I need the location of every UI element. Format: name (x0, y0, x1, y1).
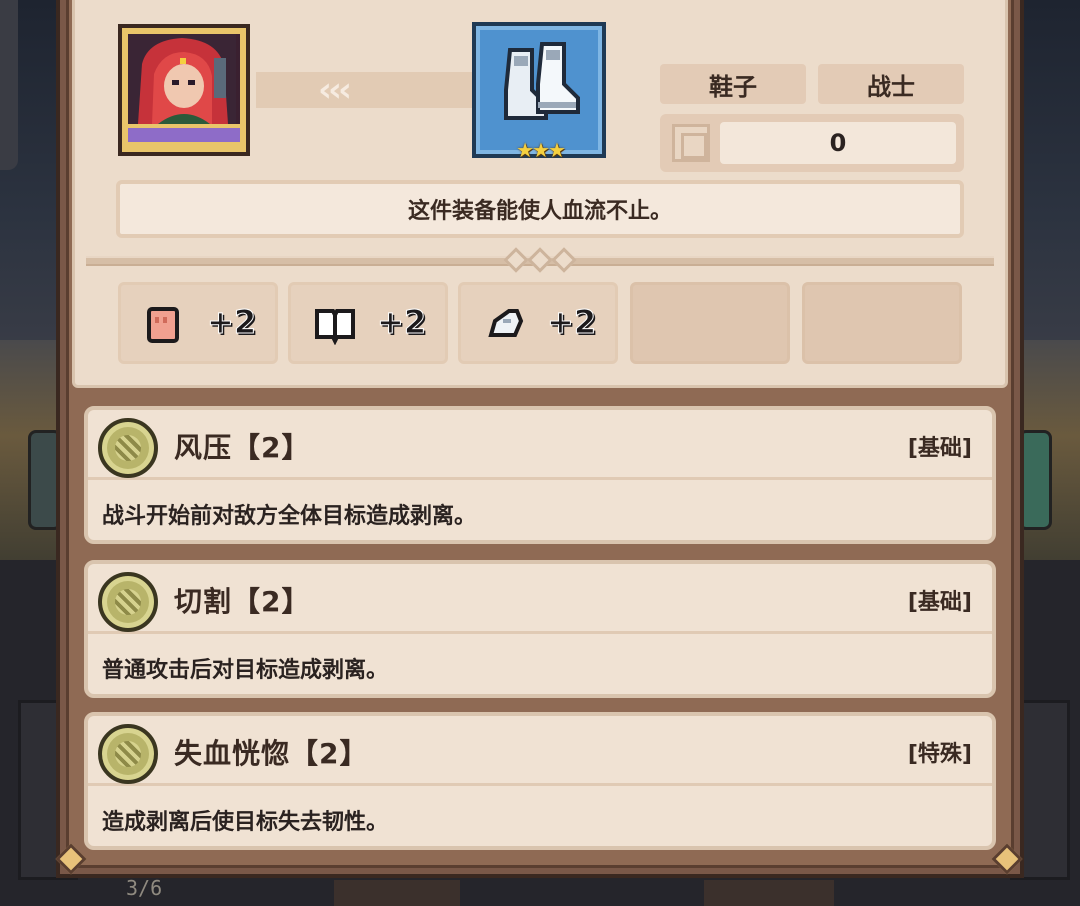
skill-emblem-icon (98, 418, 158, 478)
chevron-left-icon: ‹‹‹ (318, 70, 352, 110)
stat-slot: +2 (458, 282, 618, 364)
skill-card[interactable]: 失血恍惚【2】 [特殊] 造成剥离后使目标失去韧性。 (84, 712, 996, 850)
skill-header: 失血恍惚【2】 [特殊] (88, 716, 992, 786)
item-description: 这件装备能使人血流不止。 (116, 180, 964, 238)
skill-name: 风压【2】 (174, 431, 311, 464)
boot-icon (488, 309, 524, 337)
boots-icon (504, 42, 580, 120)
item-value-row: 0 (660, 114, 964, 172)
value-icon (672, 124, 710, 162)
stat-value: +2 (546, 303, 597, 342)
item-slot-tag: 鞋子 (660, 64, 806, 104)
hero-avatar (128, 34, 240, 124)
skill-card[interactable]: 风压【2】 [基础] 战斗开始前对敌方全体目标造成剥离。 (84, 406, 996, 544)
divider-ornament (488, 246, 592, 274)
book-icon (315, 309, 355, 345)
skill-description: 造成剥离后使目标失去韧性。 (102, 810, 389, 835)
stat-value: +2 (206, 303, 257, 342)
skill-description: 普通攻击后对目标造成剥离。 (102, 658, 389, 683)
skill-header: 风压【2】 [基础] (88, 410, 992, 480)
background-bottom-strip (334, 880, 460, 906)
item-star-rating: ★★★ (516, 138, 566, 162)
background-counter: 3/6 (126, 876, 163, 900)
skill-name: 切割【2】 (174, 585, 311, 618)
skill-emblem-icon (98, 572, 158, 632)
stat-slot: +2 (288, 282, 448, 364)
skill-type: [特殊] (907, 742, 972, 767)
stat-value: +2 (376, 303, 427, 342)
hero-rarity-bar (128, 128, 240, 142)
skill-card[interactable]: 切割【2】 [基础] 普通攻击后对目标造成剥离。 (84, 560, 996, 698)
skill-type: [基础] (907, 436, 972, 461)
background-bottom-strip (704, 880, 834, 906)
empty-stat-slot (630, 282, 790, 364)
fist-icon (147, 307, 179, 343)
skill-description: 战斗开始前对敌方全体目标造成剥离。 (102, 504, 477, 529)
skill-type: [基础] (907, 590, 972, 615)
item-class-tag: 战士 (818, 64, 964, 104)
item-value: 0 (720, 122, 956, 164)
background-ui-edge (0, 0, 18, 170)
hero-portrait[interactable] (118, 24, 250, 156)
skill-emblem-icon (98, 724, 158, 784)
skill-name: 失血恍惚【2】 (174, 737, 369, 770)
skill-header: 切割【2】 [基础] (88, 564, 992, 634)
stat-slot: +2 (118, 282, 278, 364)
empty-stat-slot (802, 282, 962, 364)
